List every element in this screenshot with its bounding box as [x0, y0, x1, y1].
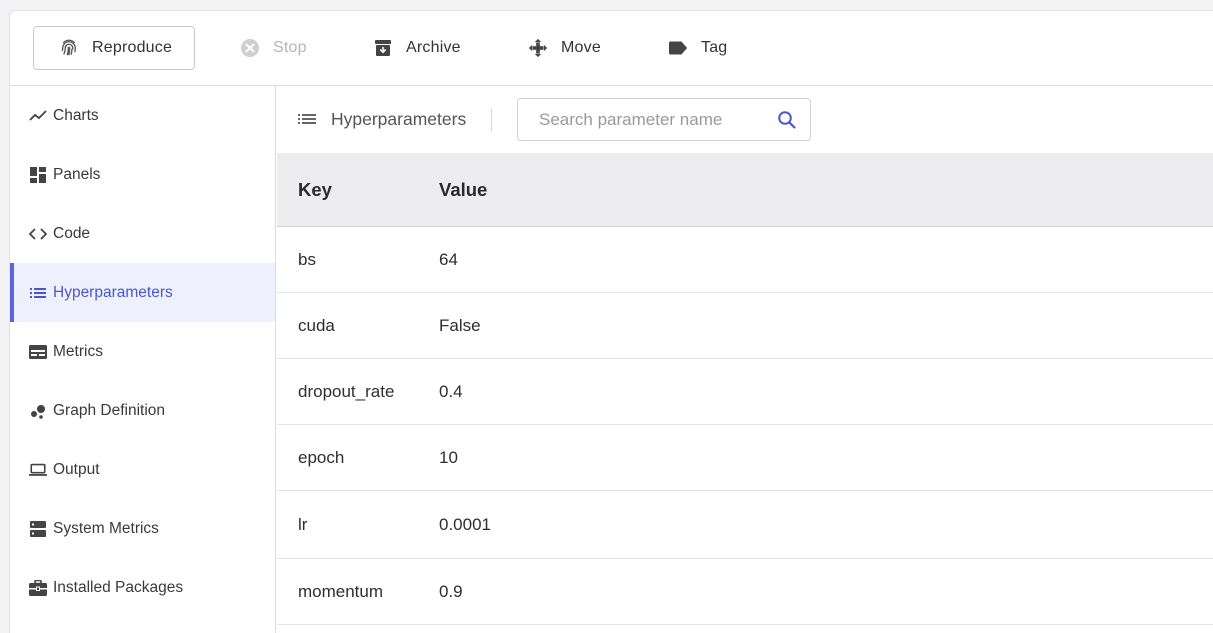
code-icon — [29, 225, 47, 243]
sidebar-item-output[interactable]: Output — [10, 440, 275, 499]
tag-icon — [668, 38, 688, 58]
sidebar-item-panels[interactable]: Panels — [10, 145, 275, 204]
archive-icon — [373, 38, 393, 58]
sidebar-item-label: Graph Definition — [53, 401, 166, 419]
param-value: 64 — [439, 249, 458, 269]
sidebar-item-hyperparameters[interactable]: Hyperparameters — [10, 263, 275, 322]
hyperparameters-table: Key Value bs 64 cuda False dropout_rate … — [277, 153, 1213, 625]
column-header-key[interactable]: Key — [277, 179, 439, 201]
sidebar-item-label: Output — [53, 460, 100, 478]
param-key: dropout_rate — [298, 381, 395, 401]
table-row: cuda False — [277, 293, 1213, 359]
param-value: 10 — [439, 447, 458, 467]
app-frame: Reproduce Stop Archive Move Tag Charts P… — [9, 10, 1213, 633]
archive-label: Archive — [406, 39, 461, 56]
param-key: cuda — [298, 315, 335, 335]
reproduce-button[interactable]: Reproduce — [33, 26, 195, 70]
sidebar-item-code[interactable]: Code — [10, 204, 275, 263]
param-key: lr — [298, 514, 308, 534]
graph-icon — [29, 402, 47, 420]
param-key: bs — [298, 249, 316, 269]
main-panel: Hyperparameters Key Value bs 64 — [277, 86, 1213, 633]
move-button[interactable]: Move — [528, 26, 601, 70]
fingerprint-icon — [59, 38, 79, 58]
table-row: lr 0.0001 — [277, 491, 1213, 559]
sidebar-item-installed-packages[interactable]: Installed Packages — [10, 558, 275, 617]
header-divider — [491, 109, 492, 131]
metrics-icon — [29, 343, 47, 361]
laptop-icon — [29, 461, 47, 479]
briefcase-icon — [29, 579, 47, 597]
dashboard-icon — [29, 166, 47, 184]
move-icon — [528, 38, 548, 58]
search-box[interactable] — [517, 98, 811, 141]
sidebar-item-label: System Metrics — [53, 519, 159, 537]
param-key: momentum — [298, 581, 384, 601]
sidebar-item-label: Hyperparameters — [53, 283, 173, 301]
tag-label: Tag — [701, 39, 728, 56]
sidebar-item-graph-definition[interactable]: Graph Definition — [10, 381, 275, 440]
search-icon[interactable] — [777, 110, 797, 130]
archive-button[interactable]: Archive — [373, 26, 461, 70]
server-icon — [29, 520, 47, 538]
reproduce-label: Reproduce — [92, 39, 173, 56]
param-value: False — [439, 315, 481, 335]
param-value: 0.9 — [439, 581, 463, 601]
column-header-value[interactable]: Value — [439, 179, 1213, 201]
param-key: epoch — [298, 447, 345, 467]
move-label: Move — [561, 39, 601, 56]
table-row: bs 64 — [277, 227, 1213, 293]
page-title-text: Hyperparameters — [331, 108, 467, 129]
tag-button[interactable]: Tag — [668, 26, 727, 70]
list-icon — [29, 284, 47, 302]
sidebar-item-label: Panels — [53, 165, 101, 183]
cancel-circle-icon — [240, 38, 260, 58]
sidebar-item-system-metrics[interactable]: System Metrics — [10, 499, 275, 558]
param-value: 0.4 — [439, 381, 463, 401]
stop-label: Stop — [273, 39, 307, 56]
search-input[interactable] — [518, 99, 768, 140]
sidebar-item-charts[interactable]: Charts — [10, 86, 275, 145]
sidebar-item-label: Metrics — [53, 342, 103, 360]
toolbar: Reproduce Stop Archive Move Tag — [10, 11, 1213, 86]
sidebar-item-label: Code — [53, 224, 91, 242]
list-icon — [298, 113, 316, 125]
param-value: 0.0001 — [439, 514, 491, 534]
sidebar-item-label: Installed Packages — [53, 578, 184, 596]
section-header: Hyperparameters — [277, 86, 1213, 153]
table-row: momentum 0.9 — [277, 559, 1213, 625]
sidebar-item-metrics[interactable]: Metrics — [10, 322, 275, 381]
sidebar-item-label: Charts — [53, 106, 99, 124]
chart-line-icon — [29, 107, 47, 125]
table-row: epoch 10 — [277, 425, 1213, 491]
table-header: Key Value — [277, 153, 1213, 227]
table-row: dropout_rate 0.4 — [277, 359, 1213, 425]
page-title: Hyperparameters — [298, 107, 466, 131]
sidebar: Charts Panels Code Hyperparameters Metri… — [10, 86, 276, 633]
stop-button[interactable]: Stop — [240, 26, 307, 70]
